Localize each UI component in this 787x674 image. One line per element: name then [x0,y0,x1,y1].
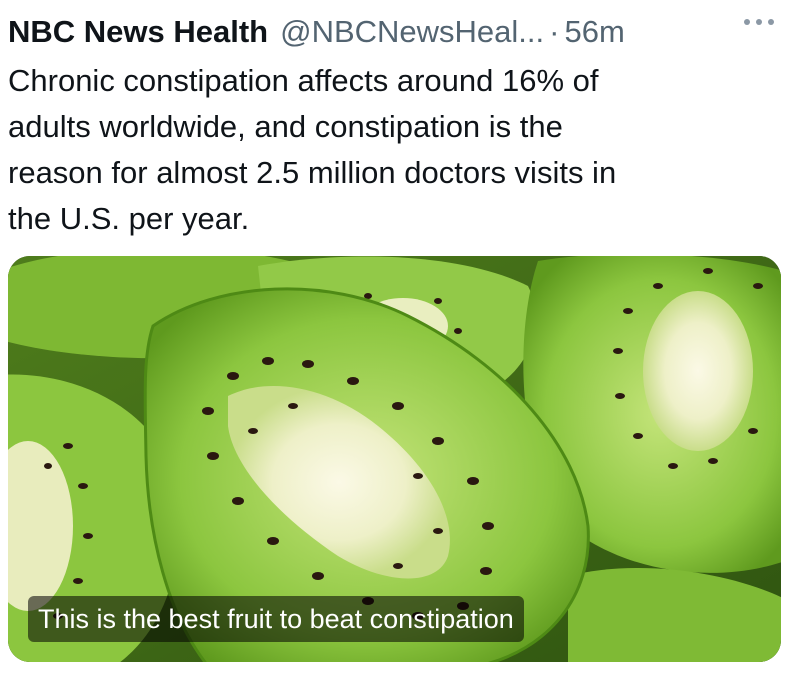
more-horizontal-icon [744,19,774,25]
author-name[interactable]: NBC News Health [8,10,268,54]
author-handle[interactable]: @NBCNewsHeal... [280,10,544,54]
timestamp[interactable]: 56m [564,10,624,54]
tweet-header: NBC News Health @NBCNewsHeal... · 56m [8,10,779,54]
media-card[interactable]: This is the best fruit to beat constipat… [8,256,781,662]
media-caption: This is the best fruit to beat constipat… [28,596,524,642]
tweet-text: Chronic constipation affects around 16% … [8,63,617,236]
more-options-button[interactable] [737,8,781,36]
tweet[interactable]: NBC News Health @NBCNewsHeal... · 56m Ch… [0,0,787,674]
separator-dot: · [549,14,560,49]
